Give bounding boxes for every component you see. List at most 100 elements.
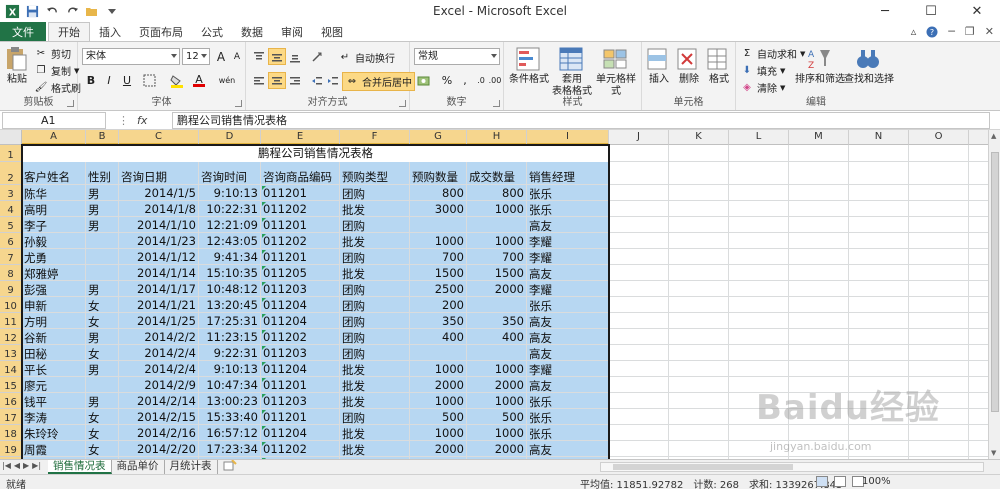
delete-cells-button[interactable]: 删除	[674, 46, 704, 86]
insert-cells-button[interactable]: 插入	[644, 46, 674, 86]
bold-button[interactable]: B	[82, 72, 100, 89]
page-layout-view-icon[interactable]	[834, 476, 846, 487]
row-header-1[interactable]: 1	[0, 145, 22, 162]
sheet-tab-sales[interactable]: 销售情况表	[48, 460, 112, 474]
window-close-icon[interactable]: ✕	[985, 25, 994, 38]
vertical-scrollbar[interactable]: ▲ ▼	[988, 130, 1000, 459]
tab-data[interactable]: 数据	[232, 22, 272, 41]
format-as-table-button[interactable]: 套用 表格格式	[552, 46, 592, 98]
decrease-decimal-icon[interactable]: .00	[486, 72, 504, 89]
cell-styles-button[interactable]: 单元格样式	[592, 46, 640, 98]
number-format-combo[interactable]: 常规	[414, 48, 500, 65]
column-header-h[interactable]: H	[467, 130, 527, 145]
align-left-icon[interactable]	[250, 72, 268, 89]
shrink-font-button[interactable]: A	[228, 48, 246, 65]
row-header-8[interactable]: 8	[0, 265, 22, 281]
column-header-k[interactable]: K	[669, 130, 729, 145]
insert-function-button[interactable]: fx	[137, 114, 147, 127]
format-cells-button[interactable]: 格式	[704, 46, 734, 86]
expand-icon[interactable]: ⋮	[118, 114, 129, 127]
currency-icon[interactable]	[414, 72, 432, 89]
worksheet-grid[interactable]: ABCDEFGHIJKLMNOP 12345678910111213141516…	[0, 130, 988, 459]
sheet-tab-monthly[interactable]: 月统计表	[165, 460, 218, 474]
tab-file[interactable]: 文件	[0, 22, 46, 41]
row-header-3[interactable]: 3	[0, 185, 22, 201]
column-header-b[interactable]: B	[86, 130, 119, 145]
row-header-14[interactable]: 14	[0, 361, 22, 377]
row-header-18[interactable]: 18	[0, 425, 22, 441]
row-header-11[interactable]: 11	[0, 313, 22, 329]
row-header-2[interactable]: 2	[0, 162, 22, 185]
merge-center-button[interactable]: ⇔ 合并后居中	[342, 72, 415, 91]
row-header-17[interactable]: 17	[0, 409, 22, 425]
select-all-corner[interactable]	[0, 130, 22, 145]
first-sheet-icon[interactable]: |◀	[2, 461, 11, 470]
font-name-combo[interactable]: 宋体	[82, 48, 180, 65]
column-header-j[interactable]: J	[609, 130, 669, 145]
alignment-launcher-icon[interactable]	[399, 100, 406, 107]
number-launcher-icon[interactable]	[493, 100, 500, 107]
column-header-c[interactable]: C	[119, 130, 199, 145]
border-icon[interactable]	[140, 72, 158, 89]
font-color-button[interactable]: A	[190, 72, 208, 89]
wrap-text-button[interactable]: ↵ 自动换行	[338, 50, 395, 65]
column-header-e[interactable]: E	[261, 130, 340, 145]
last-sheet-icon[interactable]: ▶|	[32, 461, 41, 470]
column-header-o[interactable]: O	[909, 130, 969, 145]
ribbon-minimize-icon[interactable]: ▵	[911, 25, 917, 38]
increase-indent-icon[interactable]	[324, 72, 342, 89]
column-header-a[interactable]: A	[22, 130, 86, 145]
paste-button[interactable]: 粘贴	[4, 46, 30, 86]
close-button[interactable]: ✕	[954, 0, 1000, 22]
tab-page-layout[interactable]: 页面布局	[130, 22, 192, 41]
row-header-10[interactable]: 10	[0, 297, 22, 313]
vertical-scroll-thumb[interactable]	[991, 152, 999, 412]
conditional-format-button[interactable]: 条件格式	[506, 46, 552, 86]
row-header-7[interactable]: 7	[0, 249, 22, 265]
row-header-4[interactable]: 4	[0, 201, 22, 217]
minimize-button[interactable]: ─	[862, 0, 908, 22]
row-header-9[interactable]: 9	[0, 281, 22, 297]
phonetic-button[interactable]: wén	[218, 72, 236, 89]
column-header-g[interactable]: G	[410, 130, 467, 145]
tab-insert[interactable]: 插入	[90, 22, 130, 41]
row-header-5[interactable]: 5	[0, 217, 22, 233]
name-box[interactable]: A1	[2, 112, 106, 129]
horizontal-scroll-thumb[interactable]	[613, 464, 793, 470]
percent-button[interactable]: %	[438, 72, 456, 89]
fill-button[interactable]: ⬇ 填充 ▼	[740, 63, 786, 78]
align-center-icon[interactable]	[268, 72, 286, 89]
align-right-icon[interactable]	[286, 72, 304, 89]
column-header-l[interactable]: L	[729, 130, 789, 145]
row-header-12[interactable]: 12	[0, 329, 22, 345]
formula-input[interactable]: 鹏程公司销售情况表格	[172, 112, 990, 129]
scroll-up-icon[interactable]: ▲	[991, 132, 996, 140]
tab-review[interactable]: 审阅	[272, 22, 312, 41]
sheet-tab-unit-price[interactable]: 商品单价	[112, 460, 165, 474]
find-select-button[interactable]: 查找和选择	[844, 46, 894, 86]
row-header-13[interactable]: 13	[0, 345, 22, 361]
column-header-d[interactable]: D	[199, 130, 261, 145]
align-middle-icon[interactable]	[268, 48, 286, 65]
sort-filter-button[interactable]: AZ 排序和筛选	[794, 46, 846, 86]
new-sheet-icon[interactable]	[218, 460, 242, 474]
zoom-level[interactable]: 100%	[862, 476, 891, 487]
clipboard-launcher-icon[interactable]	[67, 100, 74, 107]
normal-view-icon[interactable]	[816, 476, 828, 487]
align-top-icon[interactable]	[250, 48, 268, 65]
italic-button[interactable]: I	[100, 72, 118, 89]
font-launcher-icon[interactable]	[235, 100, 242, 107]
fill-color-icon[interactable]	[168, 72, 186, 89]
column-header-i[interactable]: I	[527, 130, 609, 145]
row-header-6[interactable]: 6	[0, 233, 22, 249]
underline-button[interactable]: U	[118, 72, 136, 89]
column-header-n[interactable]: N	[849, 130, 909, 145]
tab-formulas[interactable]: 公式	[192, 22, 232, 41]
orientation-icon[interactable]	[308, 48, 326, 65]
row-header-16[interactable]: 16	[0, 393, 22, 409]
tab-view[interactable]: 视图	[312, 22, 352, 41]
help-icon[interactable]: ?	[926, 26, 938, 38]
maximize-button[interactable]: ☐	[908, 0, 954, 22]
copy-button[interactable]: ❐ 复制 ▼	[34, 63, 80, 78]
column-header-p[interactable]: P	[969, 130, 988, 145]
